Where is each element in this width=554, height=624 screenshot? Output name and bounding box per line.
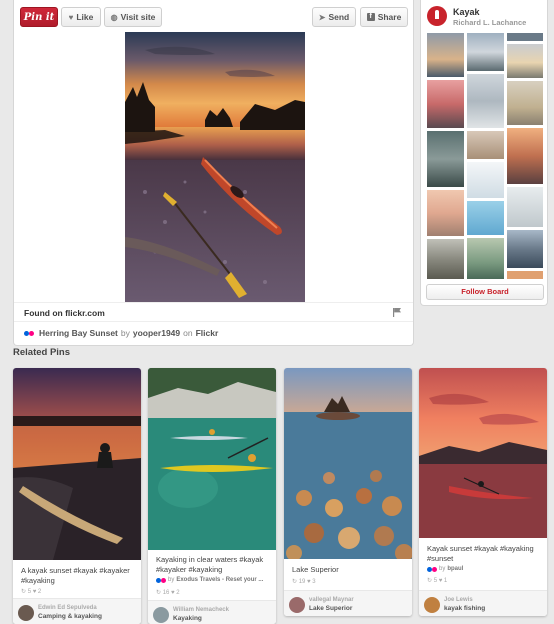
- board-title[interactable]: Kayak: [453, 7, 480, 17]
- flickr-icon: [24, 330, 34, 336]
- send-label: Send: [328, 12, 350, 22]
- share-button[interactable]: f Share: [360, 7, 408, 27]
- globe-icon: ◍: [110, 12, 118, 22]
- via-by-word: by: [168, 577, 175, 583]
- by-word: by: [120, 328, 130, 338]
- related-pin-board[interactable]: Lake Superior: [309, 605, 352, 612]
- related-pin-user[interactable]: William Nemacheck: [173, 607, 229, 613]
- related-pin-footer[interactable]: William Nemacheck Kayaking: [148, 600, 276, 624]
- related-pin-card[interactable]: Lake Superior ↻ 19 ♥ 3 vallegal Maynar L…: [284, 368, 412, 616]
- pin-image[interactable]: [125, 32, 305, 302]
- board-thumbnails: [426, 32, 544, 280]
- send-button[interactable]: ➤ Send: [312, 7, 356, 27]
- board-thumbnail[interactable]: [426, 189, 465, 237]
- board-thumbnail[interactable]: [466, 237, 505, 280]
- heart-icon: ♥: [68, 12, 74, 22]
- kayak-sunset-photo: [125, 32, 305, 302]
- board-thumbnail[interactable]: [426, 238, 465, 280]
- related-pin-image[interactable]: [148, 368, 276, 550]
- related-pin-board[interactable]: Camping & kayaking: [38, 613, 102, 620]
- related-pin-card[interactable]: A kayak sunset #kayak #kayaker #kayaking…: [13, 368, 141, 624]
- board-thumbnail[interactable]: [506, 43, 544, 79]
- related-pin-description: Kayak sunset #kayak #kayaking #sunset: [427, 544, 534, 563]
- related-pin-image[interactable]: [419, 368, 547, 538]
- pin-title[interactable]: Herring Bay Sunset: [39, 328, 118, 338]
- share-label: Share: [377, 12, 402, 22]
- board-thumbnail[interactable]: [426, 32, 465, 78]
- via-by-word: by: [439, 566, 446, 572]
- related-pin-card[interactable]: Kayak sunset #kayak #kayaking #sunset by…: [419, 368, 547, 616]
- related-pin-footer[interactable]: Joe Lewis kayak fishing: [419, 590, 547, 616]
- visit-site-label: Visit site: [120, 12, 156, 22]
- board-thumbnail[interactable]: [506, 270, 544, 280]
- related-pin-stats: ↻ 19 ♥ 3: [292, 579, 316, 585]
- board-thumbnail[interactable]: [506, 32, 544, 42]
- flag-icon[interactable]: [393, 308, 401, 317]
- related-pin-via-name: bpaul: [447, 566, 464, 572]
- facebook-icon: f: [366, 13, 375, 21]
- board-thumbnail[interactable]: [506, 80, 544, 126]
- pin-author[interactable]: yooper1949: [133, 328, 180, 338]
- avatar[interactable]: [289, 597, 305, 613]
- board-owner[interactable]: Richard L. Lachance: [453, 18, 526, 27]
- avatar[interactable]: [424, 597, 440, 613]
- related-pin-via-name: Exodus Travels - Reset your ...: [176, 577, 264, 583]
- pin-closeup-card: Pin it ♥ Like ◍ Visit site ➤ Send f Shar…: [13, 0, 414, 346]
- kayaking-clear-water-photo: [148, 368, 276, 550]
- avatar[interactable]: [153, 607, 169, 623]
- flickr-icon: [427, 566, 437, 572]
- board-thumbnail[interactable]: [466, 32, 505, 72]
- related-pin-stats: ↻ 16 ♥ 2: [156, 590, 180, 596]
- related-pin-via[interactable]: by Exodus Travels - Reset your ...: [156, 577, 263, 583]
- kayak-sunset-photo: [13, 368, 141, 560]
- pin-it-button[interactable]: Pin it: [20, 7, 58, 27]
- board-thumbnail[interactable]: [466, 73, 505, 129]
- visit-site-button[interactable]: ◍ Visit site: [104, 7, 162, 27]
- related-pin-footer[interactable]: vallegal Maynar Lake Superior: [284, 590, 412, 616]
- related-pin-user[interactable]: vallegal Maynar: [309, 597, 354, 603]
- related-pin-description: A kayak sunset #kayak #kayaker #kayaking: [21, 566, 130, 585]
- pin-toolbar: Pin it ♥ Like ◍ Visit site ➤ Send f Shar…: [14, 0, 413, 32]
- related-pins-heading: Related Pins: [13, 347, 71, 358]
- avatar[interactable]: [18, 605, 34, 621]
- related-pin-image[interactable]: [284, 368, 412, 562]
- follow-board-button[interactable]: Follow Board: [426, 284, 544, 300]
- related-pin-stats: ↻ 5 ♥ 2: [21, 589, 42, 595]
- pin-it-label: Pin it: [23, 11, 55, 23]
- related-pin-description: Lake Superior: [292, 565, 339, 574]
- related-pin-footer[interactable]: Edwin Ed Sepulveda Camping & kayaking: [13, 598, 141, 624]
- board-thumbnail[interactable]: [426, 79, 465, 129]
- pin-source[interactable]: Flickr: [196, 328, 219, 338]
- send-icon: ➤: [318, 12, 326, 22]
- related-pin-user[interactable]: Edwin Ed Sepulveda: [38, 605, 97, 611]
- lake-superior-photo: [284, 368, 412, 562]
- on-word: on: [183, 328, 193, 338]
- board-thumbnail[interactable]: [466, 161, 505, 199]
- found-on-bar: Found on flickr.com: [14, 302, 413, 322]
- related-pin-stats: ↻ 5 ♥ 1: [427, 578, 448, 584]
- related-pin-board[interactable]: kayak fishing: [444, 605, 485, 612]
- like-label: Like: [76, 12, 94, 22]
- like-button[interactable]: ♥ Like: [61, 7, 101, 27]
- related-pin-image[interactable]: [13, 368, 141, 560]
- board-thumbnail[interactable]: [466, 130, 505, 160]
- kayak-sunset-photo: [419, 368, 547, 538]
- related-pin-description: Kayaking in clear waters #kayak #kayaker…: [156, 555, 264, 574]
- board-thumbnail[interactable]: [506, 186, 544, 228]
- board-thumbnail[interactable]: [466, 200, 505, 236]
- board-thumbnail[interactable]: [506, 127, 544, 185]
- related-pin-board[interactable]: Kayaking: [173, 615, 202, 622]
- related-pin-card[interactable]: Kayaking in clear waters #kayak #kayaker…: [148, 368, 276, 624]
- board-avatar[interactable]: [427, 6, 447, 26]
- board-thumbnail[interactable]: [506, 229, 544, 269]
- pin-attribution: Herring Bay Sunset by yooper1949 on Flic…: [24, 328, 218, 338]
- found-on-text[interactable]: Found on flickr.com: [24, 308, 105, 318]
- board-thumbnail[interactable]: [426, 130, 465, 188]
- related-pin-via[interactable]: by bpaul: [427, 566, 463, 572]
- flickr-icon: [156, 577, 166, 583]
- board-sidebar: Kayak Richard L. Lachance Follow Board: [420, 0, 548, 306]
- related-pin-user[interactable]: Joe Lewis: [444, 597, 473, 603]
